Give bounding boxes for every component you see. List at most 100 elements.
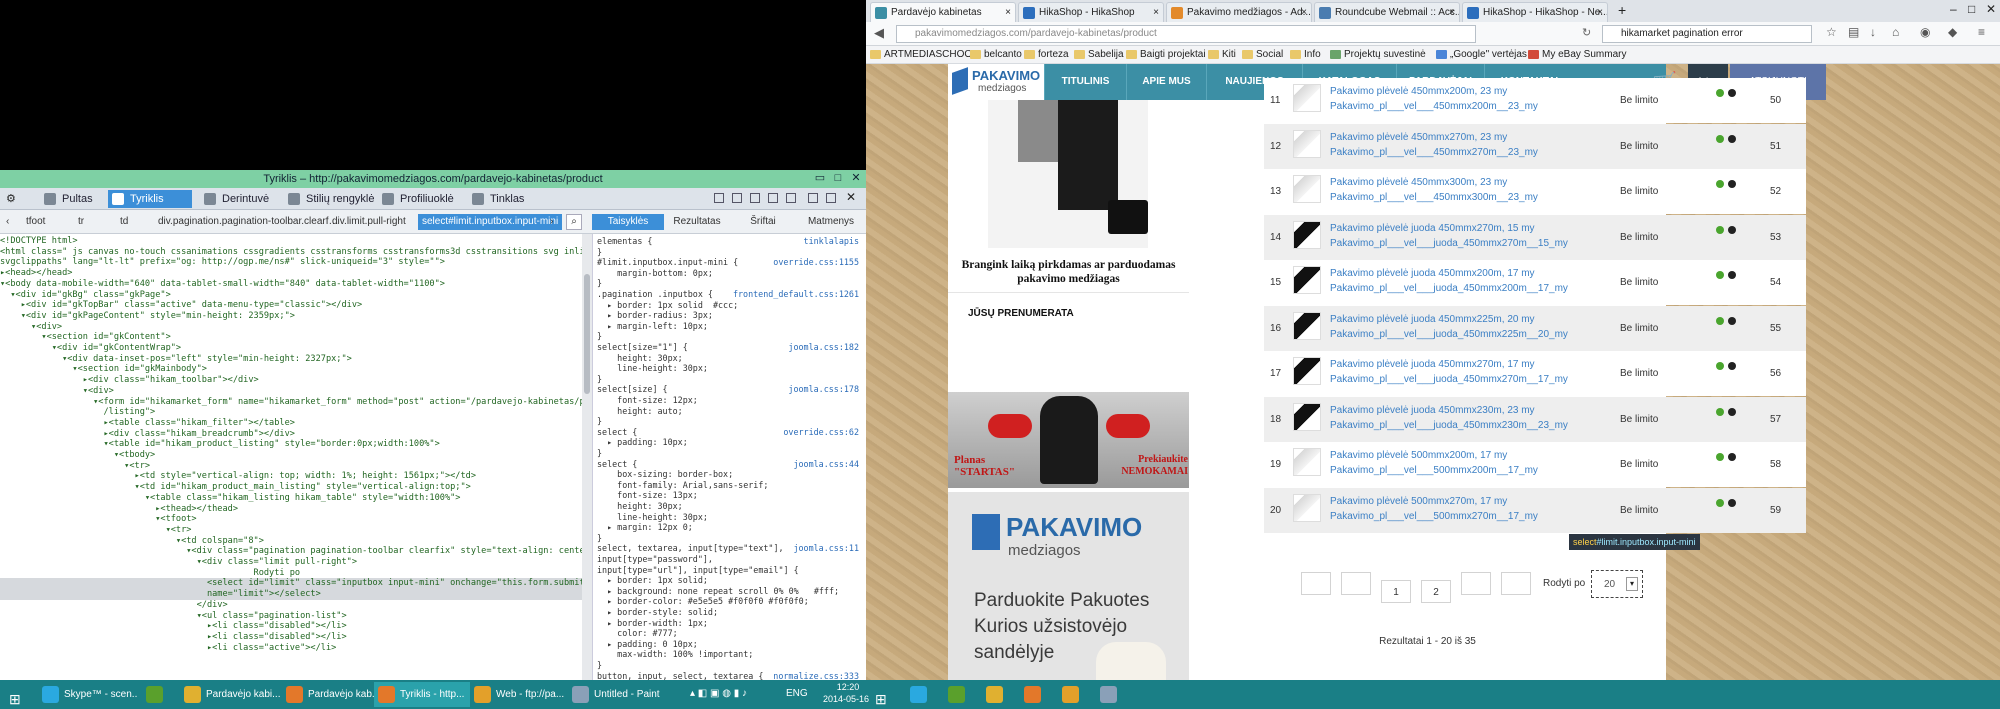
scratchpad-icon[interactable] <box>750 193 760 203</box>
site-logo[interactable]: PAKAVIMO medziagos <box>948 64 1044 100</box>
css-rule-line[interactable]: } <box>597 247 863 258</box>
css-rule-line[interactable]: ▸ border: 1px solid; <box>597 575 863 586</box>
start-button[interactable]: ⊞ <box>868 682 898 707</box>
product-thumbnail[interactable] <box>1293 266 1321 294</box>
bookmark-folder[interactable]: Kiti <box>1208 49 1236 61</box>
product-thumbnail[interactable] <box>1293 448 1321 476</box>
markup-line[interactable]: Rodyti po <box>0 568 582 579</box>
start-button[interactable]: ⊞ <box>2 682 32 707</box>
split-console-icon[interactable] <box>826 193 836 203</box>
published-check-icon[interactable] <box>1716 180 1724 188</box>
css-rule-line[interactable]: max-width: 100% !important; <box>597 649 863 660</box>
table-row[interactable]: 15 Pakavimo plėvelė juoda 450mmx200m, 17 … <box>1264 260 1806 305</box>
markup-line[interactable]: ▸<li class="disabled"></li> <box>0 621 582 632</box>
css-rule-line[interactable]: } <box>597 416 863 427</box>
breadcrumb-back-icon[interactable]: ‹ <box>6 214 9 230</box>
markup-line-selected[interactable]: name="limit"></select> <box>0 589 582 601</box>
paint-flashing-icon[interactable] <box>786 193 796 203</box>
table-row[interactable]: 11 Pakavimo plėvelė 450mmx200m, 23 my Paka… <box>1264 78 1806 123</box>
browser-tab[interactable]: Pakavimo medžiagos - Ad... × <box>1166 2 1312 22</box>
input-language[interactable]: ENG <box>786 688 808 699</box>
scrollbar-thumb[interactable] <box>584 274 590 394</box>
markup-line[interactable]: ▸<head></head> <box>0 268 582 279</box>
nav-item[interactable]: APIE MUS <box>1126 64 1206 100</box>
tab-console[interactable]: Pultas <box>40 190 102 208</box>
markup-line[interactable]: ▸<div id="gkTopBar" class="active" data-… <box>0 300 582 311</box>
bookmark-folder[interactable]: Sabelija <box>1074 49 1124 61</box>
breadcrumb-item[interactable]: td <box>120 214 128 230</box>
clock-time[interactable]: 12:20 <box>828 682 868 692</box>
css-rule-line[interactable]: font-size: 12px; <box>597 395 863 406</box>
markup-line[interactable]: ▾<section id="gkContent"> <box>0 332 582 343</box>
product-name-link[interactable]: Pakavimo plėvelė juoda 450mmx200m, 17 my <box>1330 268 1535 279</box>
close-icon[interactable]: ✕ <box>1986 2 1996 16</box>
table-row[interactable]: 16 Pakavimo plėvelė juoda 450mmx225m, 20 … <box>1264 305 1806 351</box>
taskbar-item[interactable] <box>142 682 172 707</box>
markup-line[interactable]: ▾<form id="hikamarket_form" name="hikama… <box>0 397 582 408</box>
bookmark-folder[interactable]: belcanto <box>970 49 1022 61</box>
css-rule-line[interactable]: } <box>597 331 863 342</box>
css-source-link[interactable]: override.css:1155 <box>773 257 859 268</box>
markup-line[interactable]: ▾<div id="gkContentWrap"> <box>0 343 582 354</box>
tray-icons[interactable]: ▴ ◧ ▣ ◍ ▮ ♪ <box>690 688 747 699</box>
css-rule-line[interactable]: box-sizing: border-box; <box>597 469 863 480</box>
css-rule-line[interactable]: elementas {tinklalapis <box>597 236 863 247</box>
screenshot-icon[interactable] <box>768 193 778 203</box>
css-rule-line[interactable]: height: 30px; <box>597 353 863 364</box>
subscription-heading[interactable]: JŪSŲ PRENUMERATA <box>968 308 1074 319</box>
markup-line[interactable]: ▾<div id="gkPageContent" style="min-heig… <box>0 311 582 322</box>
product-name-link[interactable]: Pakavimo plėvelė juoda 450mmx270m, 17 my <box>1330 359 1535 370</box>
taskbar-item[interactable] <box>944 682 974 707</box>
markup-line[interactable]: ▾<tr> <box>0 525 582 536</box>
css-rule-line[interactable]: ▸ border-style: solid; <box>597 607 863 618</box>
css-rule-line[interactable]: ▸ padding: 0 10px; <box>597 639 863 650</box>
css-source-link[interactable]: joomla.css:182 <box>788 342 859 353</box>
product-code-link[interactable]: Pakavimo_pl___vel___450mmx270m__23_my <box>1330 147 1538 158</box>
markup-line[interactable]: ▸<li class="disabled"></li> <box>0 632 582 643</box>
markup-line-selected[interactable]: <select id="limit" class="inputbox input… <box>0 578 582 590</box>
tab-close-icon[interactable]: × <box>1301 3 1307 22</box>
pagination-next[interactable] <box>1461 572 1491 595</box>
css-source-link[interactable]: joomla.css:11 <box>793 543 859 554</box>
markup-line[interactable]: ▾<div class="pagination pagination-toolb… <box>0 546 582 557</box>
pagination-last[interactable] <box>1501 572 1531 595</box>
breadcrumb-item[interactable]: div.limit.pull-right <box>332 214 406 230</box>
published-check-icon[interactable] <box>1716 407 1724 416</box>
tab-box-model[interactable]: Matmenys <box>796 214 866 230</box>
css-rule-line[interactable]: line-height: 30px; <box>597 512 863 523</box>
delete-icon[interactable] <box>1728 407 1736 416</box>
search-input[interactable]: hikamarket pagination error <box>1602 25 1812 43</box>
pagination-page[interactable]: 2 <box>1421 580 1451 603</box>
table-row[interactable]: 12 Pakavimo plėvelė 450mmx270m, 23 my Paka… <box>1264 123 1806 169</box>
css-rule-line[interactable]: line-height: 30px; <box>597 363 863 374</box>
product-thumbnail[interactable] <box>1293 493 1321 522</box>
product-code-link[interactable]: Pakavimo_pl___vel___juoda_450mmx230m__23… <box>1330 420 1568 431</box>
product-thumbnail[interactable] <box>1293 357 1321 385</box>
markup-line[interactable]: ▾<body data-mobile-width="640" data-tabl… <box>0 279 582 290</box>
product-name-link[interactable]: Pakavimo plėvelė 450mmx200m, 23 my <box>1330 86 1507 97</box>
css-source-link[interactable]: normalize.css:333 <box>773 671 859 680</box>
plan-banner[interactable]: Planas "STARTAS" Prekiaukite NEMOKAMAI <box>948 392 1189 488</box>
taskbar-item[interactable] <box>906 682 936 707</box>
markup-line[interactable]: ▸<li class="active"></li> <box>0 643 582 654</box>
maximize-icon[interactable]: □ <box>1968 2 1975 16</box>
css-rule-line[interactable]: } <box>597 448 863 459</box>
tab-profiler[interactable]: Profiliuoklė <box>378 190 462 208</box>
taskbar-item[interactable]: Untitled - Paint <box>568 682 668 707</box>
published-check-icon[interactable] <box>1716 225 1724 234</box>
css-rule-line[interactable]: select, textarea, input[type="text"], joo… <box>597 543 863 554</box>
nav-item[interactable]: TITULINIS <box>1044 64 1126 100</box>
markup-line[interactable]: ▾<tr> <box>0 461 582 472</box>
published-check-icon[interactable] <box>1716 498 1724 507</box>
delete-icon[interactable] <box>1728 316 1736 325</box>
taskbar-item[interactable] <box>982 682 1012 707</box>
tab-inspector[interactable]: Tyriklis <box>108 190 192 208</box>
table-row[interactable]: 18 Pakavimo plėvelė juoda 450mmx230m, 23 … <box>1264 396 1806 442</box>
pick-element-icon[interactable] <box>714 193 724 203</box>
delete-icon[interactable] <box>1728 180 1736 188</box>
product-code-link[interactable]: Pakavimo_pl___vel___500mmx270m__17_my <box>1330 511 1538 522</box>
table-row[interactable]: 19 Pakavimo plėvelė 500mmx200m, 17 my Paka… <box>1264 442 1806 487</box>
css-rule-line[interactable]: } <box>597 374 863 385</box>
css-rule-line[interactable]: ▸ border: 1px solid #ccc; <box>597 300 863 311</box>
product-name-link[interactable]: Pakavimo plėvelė 500mmx270m, 17 my <box>1330 496 1507 507</box>
